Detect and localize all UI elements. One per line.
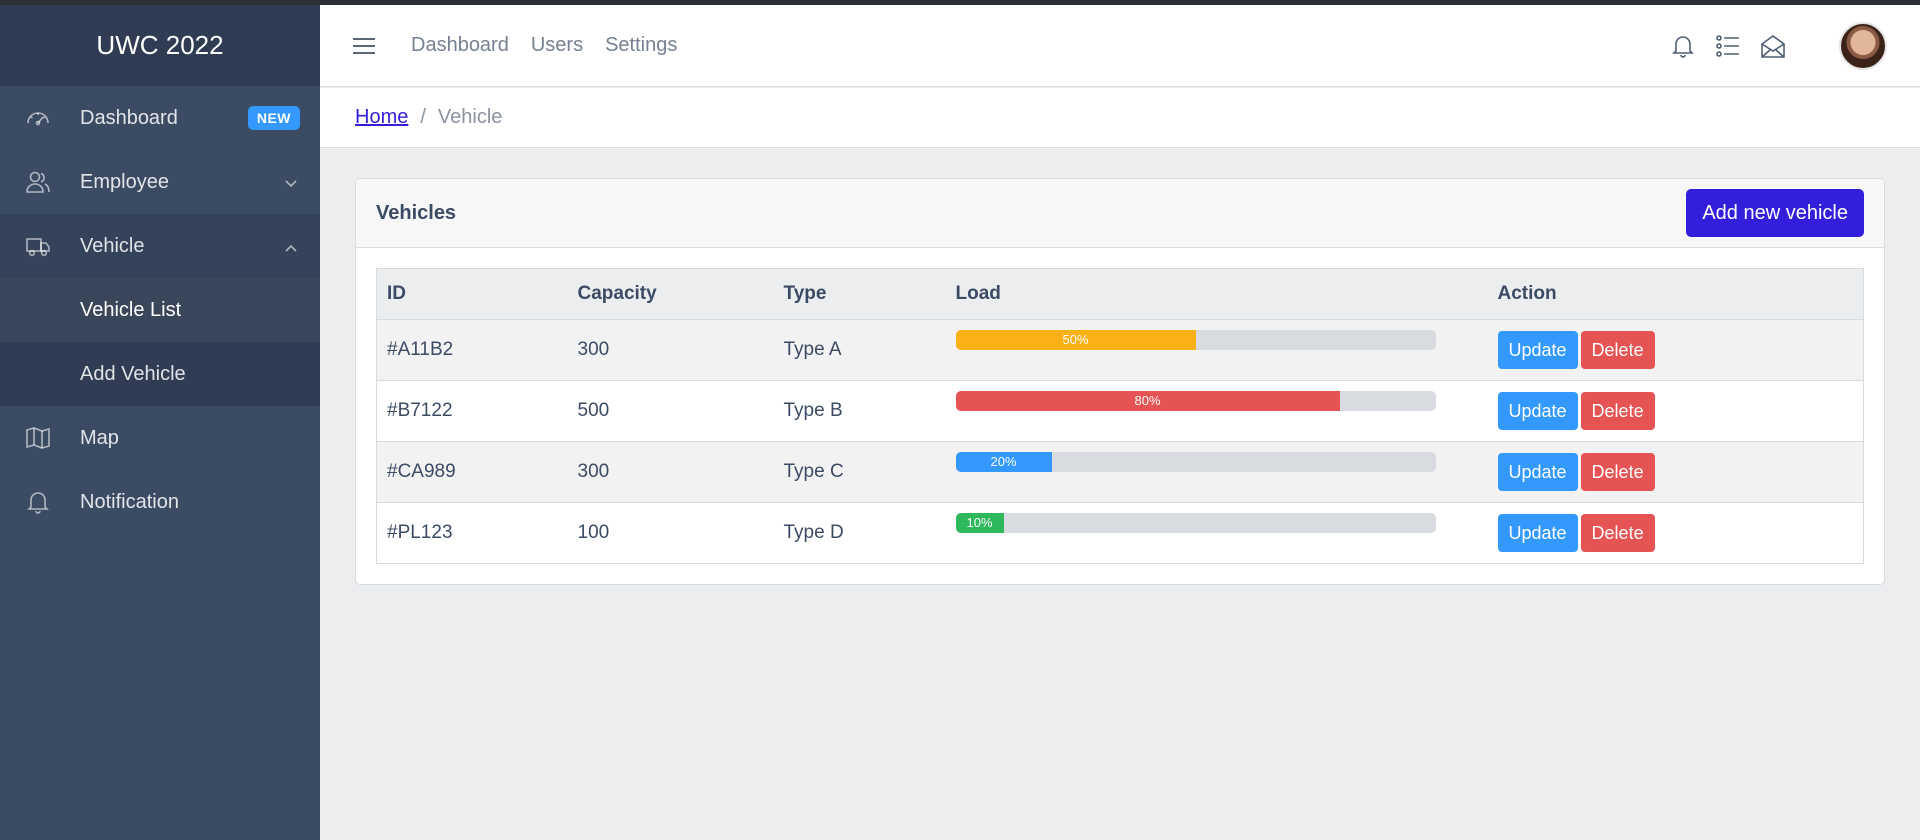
load-progress: 20% [955, 452, 1436, 472]
map-icon [25, 425, 65, 451]
vehicles-card: Vehicles Add new vehicle ID Capacity Typ… [355, 178, 1885, 585]
brand-title: UWC 2022 [0, 5, 320, 86]
cell-load: 20% [945, 441, 1488, 503]
card-title: Vehicles [376, 201, 457, 224]
vehicle-subnav: Vehicle List Add Vehicle [0, 278, 320, 406]
avatar[interactable] [1839, 22, 1887, 70]
sidebar-item-label: Map [80, 426, 119, 449]
sidebar-item-label: Employee [80, 170, 169, 193]
cell-type: Type D [773, 502, 946, 564]
cell-id: #A11B2 [376, 319, 568, 381]
cell-load: 50% [945, 319, 1488, 381]
new-badge: NEW [247, 106, 300, 130]
sidebar-item-employee[interactable]: Employee [0, 150, 320, 214]
load-progress-bar: 10% [955, 513, 1004, 533]
people-icon [25, 169, 65, 195]
cell-capacity: 300 [567, 319, 774, 381]
load-progress-bar: 20% [955, 452, 1052, 472]
table-row: #PL123 100 Type D 10% Update Delete [376, 502, 1864, 564]
cell-type: Type A [773, 319, 946, 381]
chevron-up-icon [284, 238, 298, 252]
cell-capacity: 500 [567, 380, 774, 442]
update-button[interactable]: Update [1497, 514, 1578, 552]
column-header-capacity: Capacity [567, 268, 774, 320]
sidebar-item-vehicle-list[interactable]: Vehicle List [0, 278, 320, 342]
load-progress-bar: 80% [955, 391, 1340, 411]
header-nav: Dashboard Users Settings [393, 34, 677, 57]
sidebar-item-map[interactable]: Map [0, 406, 320, 470]
cell-id: #B7122 [376, 380, 568, 442]
sidebar-item-label: Vehicle [80, 234, 145, 257]
update-button[interactable]: Update [1497, 331, 1578, 369]
header-nav-settings[interactable]: Settings [605, 34, 677, 57]
cell-action: Update Delete [1487, 380, 1864, 442]
table-row: #B7122 500 Type B 80% Update Delete [376, 380, 1864, 442]
delete-button[interactable]: Delete [1580, 331, 1655, 369]
hamburger-menu-icon[interactable] [353, 33, 375, 59]
chevron-down-icon [284, 174, 298, 188]
sidebar-item-vehicle[interactable]: Vehicle [0, 214, 320, 278]
update-button[interactable]: Update [1497, 453, 1578, 491]
cell-action: Update Delete [1487, 319, 1864, 381]
sidebar-item-label: Notification [80, 490, 179, 513]
header-icons [1670, 5, 1920, 87]
sidebar: UWC 2022 Dashboard NEW Employee Vehicle … [0, 5, 320, 840]
add-new-vehicle-button[interactable]: Add new vehicle [1686, 189, 1864, 237]
cell-action: Update Delete [1487, 502, 1864, 564]
breadcrumb: Home / Vehicle [320, 88, 1920, 148]
bell-icon [25, 489, 65, 515]
card-header: Vehicles Add new vehicle [356, 179, 1884, 248]
cell-id: #PL123 [376, 502, 568, 564]
table-row: #CA989 300 Type C 20% Update Delete [376, 441, 1864, 503]
cell-capacity: 100 [567, 502, 774, 564]
load-progress: 50% [955, 330, 1436, 350]
breadcrumb-home-link[interactable]: Home [355, 106, 408, 129]
top-header: Dashboard Users Settings [320, 5, 1920, 87]
list-icon[interactable] [1715, 33, 1741, 59]
cell-load: 80% [945, 380, 1488, 442]
sidebar-item-dashboard[interactable]: Dashboard NEW [0, 86, 320, 150]
bell-icon[interactable] [1670, 33, 1696, 59]
cell-id: #CA989 [376, 441, 568, 503]
sidebar-item-label: Dashboard [80, 106, 178, 129]
column-header-type: Type [773, 268, 946, 320]
load-progress-bar: 50% [955, 330, 1196, 350]
column-header-action: Action [1487, 268, 1864, 320]
speedometer-icon [25, 105, 65, 131]
header-nav-users[interactable]: Users [531, 34, 583, 57]
load-progress: 10% [955, 513, 1436, 533]
breadcrumb-separator: / [420, 106, 426, 128]
truck-icon [25, 233, 65, 259]
column-header-load: Load [945, 268, 1488, 320]
cell-capacity: 300 [567, 441, 774, 503]
vehicles-table: ID Capacity Type Load Action #A11B2 300 … [376, 268, 1864, 564]
sidebar-item-add-vehicle[interactable]: Add Vehicle [0, 342, 320, 406]
delete-button[interactable]: Delete [1580, 453, 1655, 491]
load-progress: 80% [955, 391, 1436, 411]
sidebar-item-notification[interactable]: Notification [0, 470, 320, 534]
cell-type: Type C [773, 441, 946, 503]
delete-button[interactable]: Delete [1580, 514, 1655, 552]
cell-type: Type B [773, 380, 946, 442]
cell-load: 10% [945, 502, 1488, 564]
delete-button[interactable]: Delete [1580, 392, 1655, 430]
envelope-open-icon[interactable] [1760, 33, 1786, 59]
header-nav-dashboard[interactable]: Dashboard [411, 34, 509, 57]
column-header-id: ID [376, 268, 568, 320]
cell-action: Update Delete [1487, 441, 1864, 503]
update-button[interactable]: Update [1497, 392, 1578, 430]
breadcrumb-current: Vehicle [437, 106, 503, 128]
table-row: #A11B2 300 Type A 50% Update Delete [376, 319, 1864, 381]
